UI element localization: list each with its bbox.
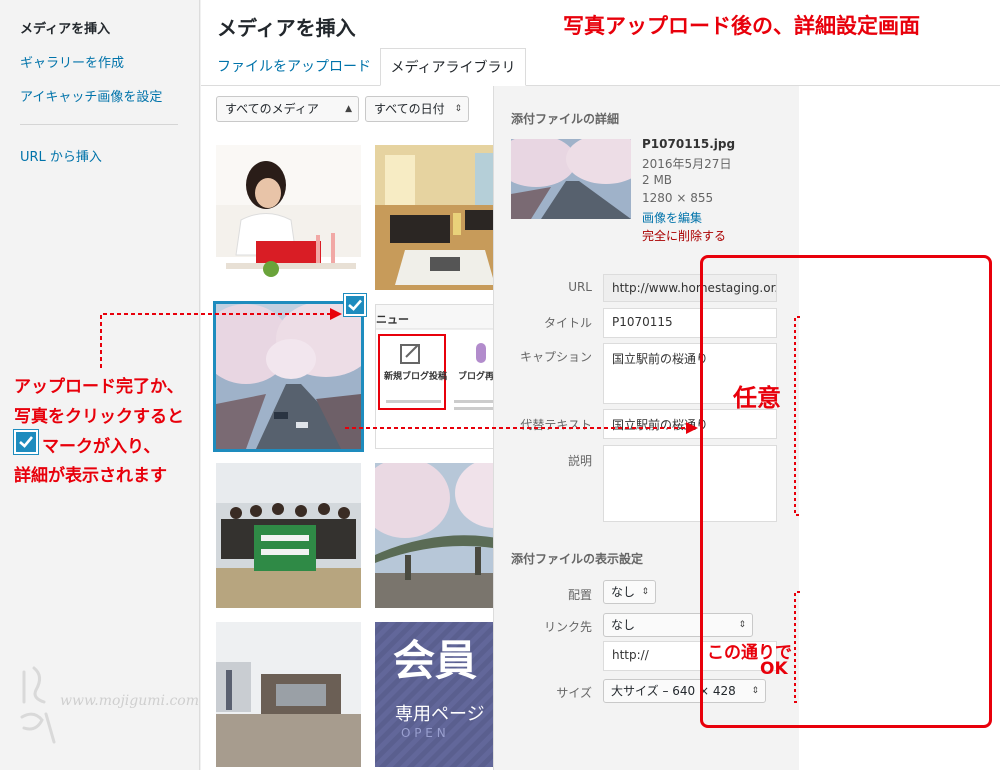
blog-thumb-header: ニュー: [376, 313, 409, 326]
preview-cherry-blossom: [511, 139, 631, 219]
blog-thumb-new-post: 新規ブログ投稿: [384, 372, 448, 382]
select-arrows-icon: ▲: [345, 104, 352, 114]
media-type-filter[interactable]: すべてのメディア ▲: [216, 96, 359, 122]
annotation-left-line4: 詳細が表示されます: [14, 466, 167, 486]
display-settings-heading: 添付ファイルの表示設定: [511, 552, 644, 566]
attachment-thumb-cherry-blossoms-selected[interactable]: [213, 301, 364, 452]
attachment-date: 2016年5月27日: [642, 157, 732, 171]
photo-cherry-blossom-street: [216, 304, 361, 449]
select-arrows-icon: ⇕: [454, 104, 462, 114]
sidebar-item-insert-from-url[interactable]: URL から挿入: [20, 146, 102, 165]
title-label: タイトル: [543, 316, 592, 330]
url-label: URL: [568, 280, 592, 294]
delete-permanently-link[interactable]: 完全に削除する: [642, 227, 726, 244]
sidebar-item-insert-media[interactable]: メディアを挿入: [20, 18, 110, 37]
tab-media-library[interactable]: メディアライブラリ: [380, 48, 526, 86]
annotation-ok-line2: OK: [760, 659, 788, 679]
tab-upload-files[interactable]: ファイルをアップロード: [217, 48, 371, 86]
attachment-dimensions: 1280 × 855: [642, 191, 714, 205]
annotation-check-icon: [14, 430, 38, 454]
router-tabs: ファイルをアップロード メディアライブラリ: [201, 48, 1000, 86]
annotation-title: 写真アップロード後の、詳細設定画面: [563, 14, 920, 38]
date-filter[interactable]: すべての日付 ⇕: [365, 96, 469, 122]
media-type-filter-value: すべてのメディア: [225, 102, 319, 116]
attachment-filename: P1070115.jpg: [642, 137, 736, 151]
date-filter-value: すべての日付: [374, 102, 445, 116]
select-arrows-icon: ⇕: [751, 686, 759, 696]
select-arrows-icon: ⇕: [641, 587, 649, 597]
attachment-thumb-group-photo[interactable]: [216, 463, 361, 608]
size-value: 大サイズ – 640 × 428: [611, 684, 736, 698]
members-banner-open: O P E N: [401, 726, 446, 740]
alt-text-field[interactable]: 国立駅前の桜通り: [603, 409, 777, 439]
link-to-value: なし: [611, 618, 636, 632]
alignment-value: なし: [611, 585, 636, 599]
description-field[interactable]: [603, 445, 777, 522]
watermark-text: www.mojigumi.com: [60, 693, 199, 709]
link-to-select[interactable]: なし ⇕: [603, 613, 753, 637]
sidebar-divider: [20, 124, 178, 125]
annotation-left-line1: アップロード完了か、: [14, 377, 184, 397]
annotation-left-line3: マークが入り、: [42, 437, 161, 457]
description-label: 説明: [567, 454, 592, 468]
sidebar-item-featured-image[interactable]: アイキャッチ画像を設定: [20, 86, 162, 105]
attachment-filesize: 2 MB: [642, 173, 673, 187]
attachment-details-heading: 添付ファイルの詳細: [511, 112, 620, 126]
photo-old-shed: [216, 622, 361, 767]
alignment-label: 配置: [567, 588, 592, 602]
watermark-logo-icon: [20, 666, 56, 744]
link-to-label: リンク先: [543, 620, 592, 634]
members-banner-sub: 専用ページ: [395, 704, 485, 725]
modal-title: メディアを挿入: [217, 16, 356, 40]
members-banner-big: 会員: [393, 636, 478, 685]
title-field[interactable]: P1070115: [603, 308, 777, 338]
alt-text-label: 代替テキスト: [520, 418, 592, 432]
selected-check-icon[interactable]: [344, 294, 366, 316]
size-label: サイズ: [556, 686, 592, 700]
caption-label: キャプション: [519, 350, 592, 364]
annotation-left-line2: 写真をクリックすると: [14, 407, 184, 427]
select-arrows-icon: ⇕: [738, 620, 746, 630]
attachment-thumb-shed[interactable]: [216, 622, 361, 767]
sidebar-item-create-gallery[interactable]: ギャラリーを作成: [20, 52, 124, 71]
edit-image-link[interactable]: 画像を編集: [642, 209, 702, 226]
photo-group-banner: [216, 463, 361, 608]
attachment-thumb-woman[interactable]: [216, 145, 361, 290]
attachment-preview: [511, 139, 631, 219]
alignment-select[interactable]: なし ⇕: [603, 580, 656, 604]
size-select[interactable]: 大サイズ – 640 × 428 ⇕: [603, 679, 766, 703]
annotation-optional: 任意: [733, 384, 781, 412]
photo-woman-dining: [216, 145, 361, 290]
attachment-details-panel: 添付ファイルの詳細 P1070115.jpg 2016年5月27日 2 MB 1…: [493, 86, 799, 770]
url-field[interactable]: http://www.homestaging.or.: [603, 274, 777, 302]
